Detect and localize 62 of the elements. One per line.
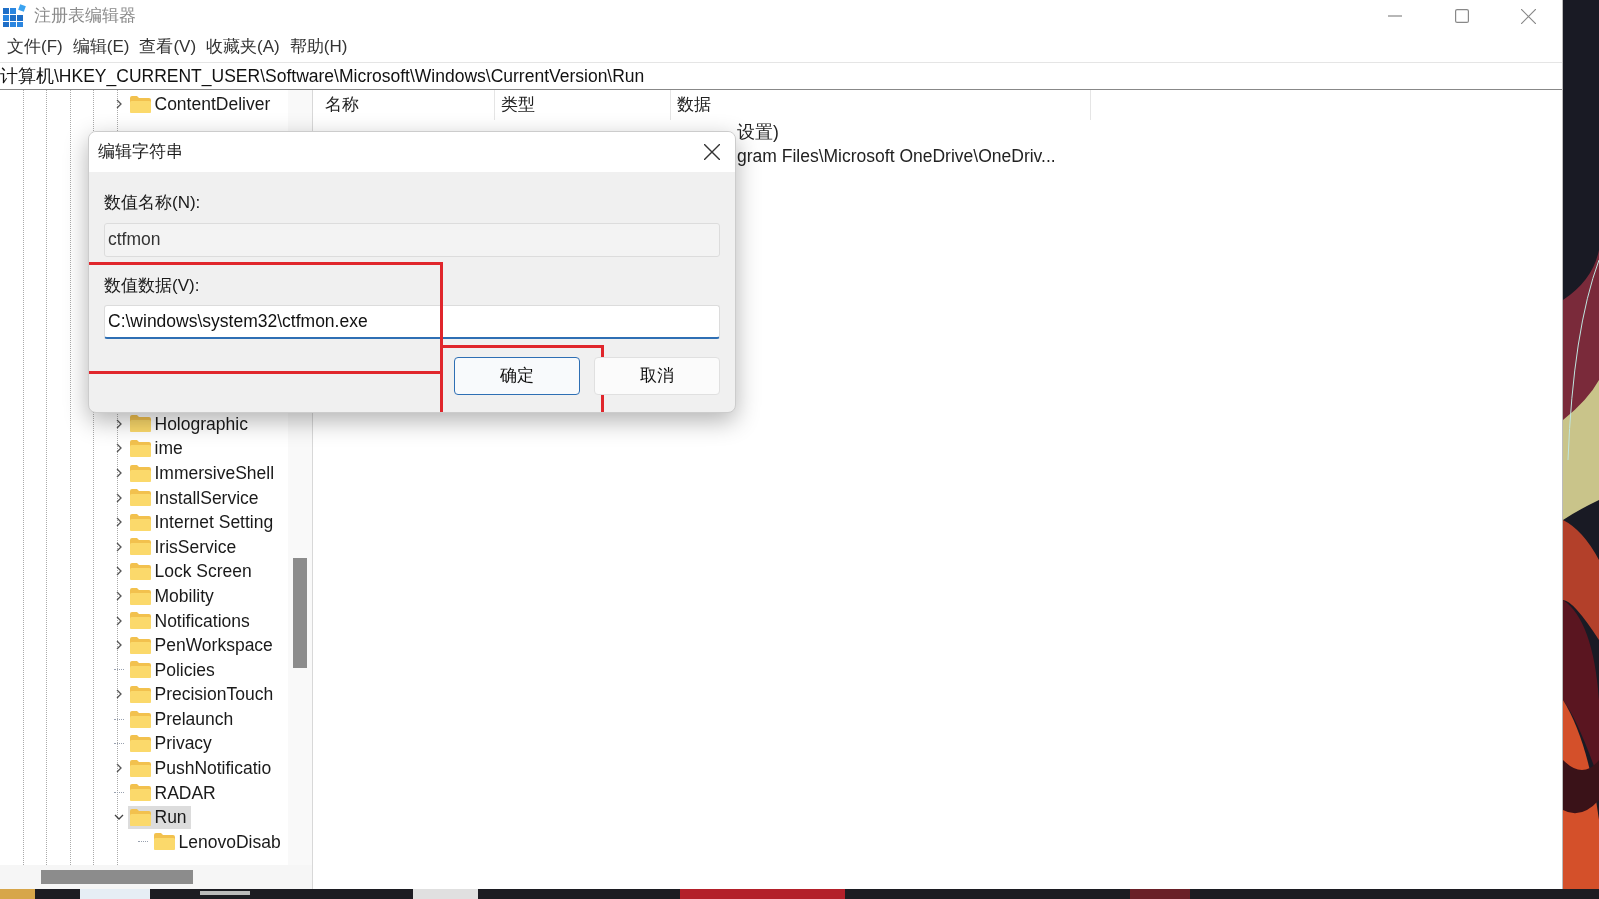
dialog-title: 编辑字符串	[98, 141, 183, 164]
ok-button[interactable]: 确定	[454, 357, 580, 395]
menu-item[interactable]: 编辑(E)	[67, 34, 135, 60]
tree-item[interactable]: Run	[127, 805, 191, 829]
close-icon[interactable]	[704, 144, 720, 160]
tree-item[interactable]: InstallService	[127, 486, 263, 510]
tree-item[interactable]: ImmersiveShell	[127, 461, 279, 485]
folder-icon	[129, 784, 151, 802]
column-header[interactable]: 数据	[677, 92, 711, 118]
menu-item[interactable]: 查看(V)	[134, 34, 202, 60]
tree-item[interactable]: Notifications	[127, 609, 254, 633]
folder-icon	[129, 759, 151, 777]
folder-icon	[129, 661, 151, 679]
scrollbar-thumb[interactable]	[41, 870, 193, 884]
cancel-button[interactable]: 取消	[594, 357, 720, 395]
tree-item[interactable]: ime	[127, 437, 187, 460]
menu-item[interactable]: 帮助(H)	[284, 34, 353, 60]
folder-icon	[129, 587, 151, 605]
tree-item[interactable]: Holographic	[127, 412, 252, 436]
tree-item[interactable]: PenWorkspace	[127, 633, 277, 657]
folder-icon	[129, 636, 151, 654]
folder-icon	[129, 562, 151, 580]
folder-icon	[129, 489, 151, 507]
folder-icon	[129, 440, 151, 457]
folder-icon	[129, 513, 151, 531]
tree-item[interactable]: Mobility	[127, 584, 218, 608]
maximize-icon[interactable]	[1454, 9, 1469, 23]
column-header[interactable]: 类型	[501, 92, 535, 118]
folder-icon	[129, 808, 151, 826]
tree-item[interactable]: Prelaunch	[127, 707, 238, 731]
address-bar[interactable]: 计算机\HKEY_CURRENT_USER\Software\Microsoft\Windows\CurrentVersion\Run	[0, 62, 645, 90]
tree-item[interactable]: Privacy	[127, 732, 216, 756]
folder-icon	[129, 415, 151, 433]
menu-item[interactable]: 收藏夹(A)	[201, 34, 285, 60]
field-label: 数值数据(V):	[104, 274, 201, 297]
folder-icon	[129, 464, 151, 482]
folder-icon	[129, 685, 151, 703]
value-data-field[interactable]: C:\windows\system32\ctfmon.exe	[104, 305, 720, 339]
value-name-field[interactable]: ctfmon	[104, 222, 720, 257]
app-icon	[2, 4, 28, 28]
tree-item[interactable]: LenovoDisab	[151, 830, 285, 854]
tree-item[interactable]: Policies	[127, 658, 219, 682]
tree-item[interactable]: PushNotificatio	[127, 756, 276, 780]
folder-icon	[129, 538, 151, 556]
window-title: 注册表编辑器	[34, 5, 136, 28]
tree-item[interactable]: IrisService	[127, 535, 241, 559]
tree-item[interactable]: ContentDeliver	[127, 92, 275, 116]
tree-item[interactable]: PrecisionTouch	[127, 682, 278, 706]
column-header[interactable]: 名称	[325, 92, 359, 118]
folder-icon	[129, 710, 151, 728]
value-data: gram Files\Microsoft OneDrive\OneDriv...	[737, 145, 1056, 166]
tree-item[interactable]: Internet Setting	[127, 510, 278, 534]
tree-item[interactable]: Lock Screen	[127, 559, 256, 583]
folder-icon	[129, 95, 151, 113]
field-label: 数值名称(N):	[104, 192, 202, 214]
folder-icon	[153, 833, 175, 851]
value-data: 设置)	[737, 121, 779, 142]
folder-icon	[129, 612, 151, 630]
tree-item[interactable]: RADAR	[127, 781, 220, 805]
menu-item[interactable]: 文件(F)	[2, 34, 68, 60]
folder-icon	[129, 735, 151, 753]
scrollbar-thumb[interactable]	[293, 558, 307, 668]
